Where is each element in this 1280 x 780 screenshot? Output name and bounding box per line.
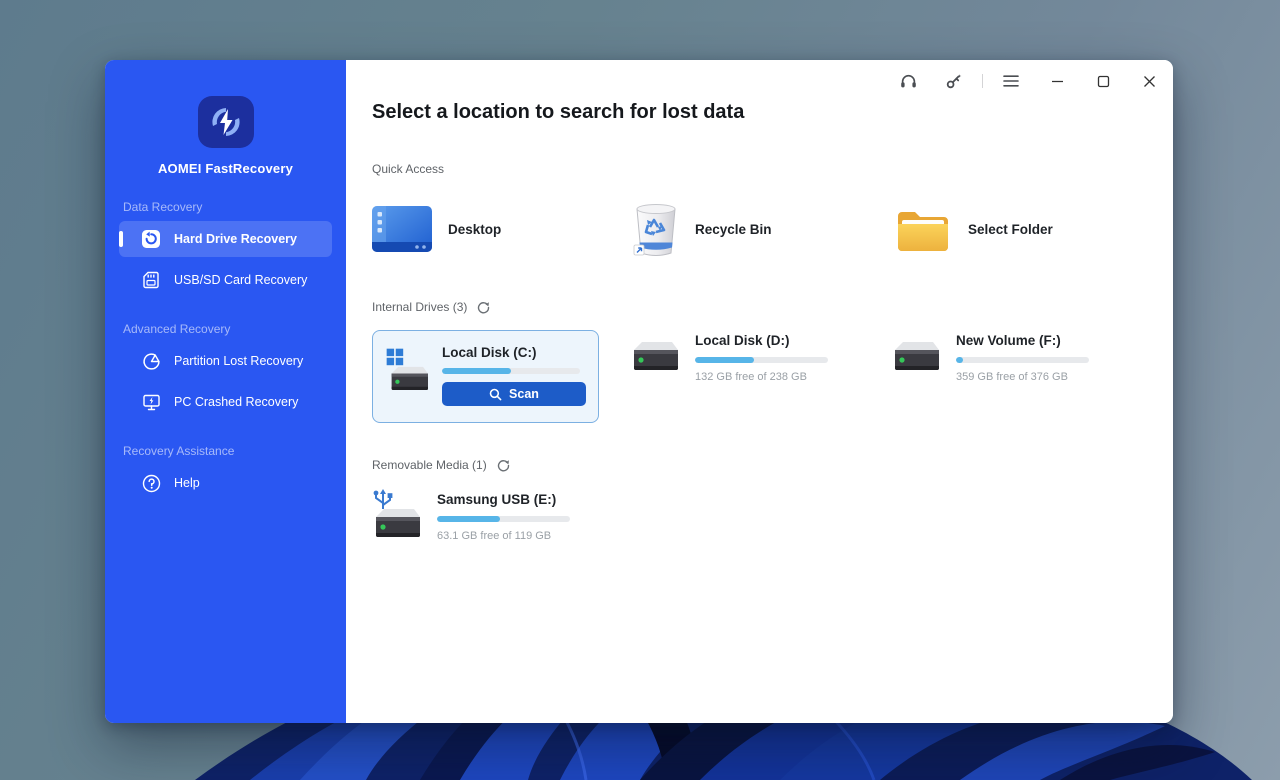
sidebar-item-usb-sd-card-recovery[interactable]: USB/SD Card Recovery <box>119 262 332 298</box>
register-key-icon[interactable] <box>944 71 964 91</box>
support-headset-icon[interactable] <box>898 71 918 91</box>
app-logo <box>198 96 254 148</box>
internal-drives-row: Local Disk (C:) Scan <box>372 330 1173 423</box>
sidebar-item-label: Help <box>174 476 200 490</box>
page-title: Select a location to search for lost dat… <box>372 101 1173 124</box>
drive-capacity: 132 GB free of 238 GB <box>695 371 828 383</box>
sidebar-section-recovery-assistance: Recovery Assistance <box>123 444 346 458</box>
sidebar: AOMEI FastRecovery Data Recovery Hard Dr… <box>105 60 346 723</box>
sidebar-item-hard-drive-recovery[interactable]: Hard Drive Recovery <box>119 221 332 257</box>
pc-crashed-icon <box>141 392 161 412</box>
quick-access-recycle-bin[interactable]: Recycle Bin <box>633 201 894 257</box>
sidebar-item-partition-lost-recovery[interactable]: Partition Lost Recovery <box>119 343 332 379</box>
minimize-icon[interactable] <box>1047 71 1067 91</box>
drive-capacity: 359 GB free of 376 GB <box>956 371 1089 383</box>
quick-access-label-select-folder: Select Folder <box>968 222 1053 237</box>
maximize-icon[interactable] <box>1093 71 1113 91</box>
menu-icon[interactable] <box>1001 71 1021 91</box>
lightning-recovery-logo-icon <box>208 104 244 140</box>
quick-access-desktop[interactable]: Desktop <box>372 201 633 257</box>
sd-card-icon <box>141 270 161 290</box>
sidebar-section-data-recovery: Data Recovery <box>123 200 346 214</box>
window-controls <box>898 71 1159 91</box>
quick-access-row: Desktop <box>372 201 1173 257</box>
drive-cell-samsung-usb-e[interactable]: Samsung USB (E:) 63.1 GB free of 119 GB <box>372 489 633 542</box>
sidebar-item-label: PC Crashed Recovery <box>174 395 298 409</box>
app-window: AOMEI FastRecovery Data Recovery Hard Dr… <box>105 60 1173 723</box>
removable-media-label: Removable Media (1) <box>372 458 1173 472</box>
quick-access-label: Quick Access <box>372 162 1173 176</box>
sidebar-section-advanced-recovery: Advanced Recovery <box>123 322 346 336</box>
drive-usage-bar <box>695 357 828 363</box>
controls-divider <box>982 74 983 88</box>
drive-usage-bar <box>437 516 570 522</box>
main-pane: Select a location to search for lost dat… <box>346 60 1173 723</box>
usb-drive-icon <box>372 489 420 541</box>
sidebar-item-label: Hard Drive Recovery <box>174 232 297 246</box>
partition-lost-icon <box>141 351 161 371</box>
internal-drives-label: Internal Drives (3) <box>372 300 1173 314</box>
drive-name: Local Disk (D:) <box>695 333 828 348</box>
drive-name: Samsung USB (E:) <box>437 492 570 507</box>
help-icon <box>141 473 161 493</box>
folder-icon <box>894 204 952 254</box>
search-icon <box>489 388 502 401</box>
windows-logo-icon <box>387 349 404 366</box>
app-name: AOMEI FastRecovery <box>105 161 346 176</box>
drive-card-local-disk-c[interactable]: Local Disk (C:) Scan <box>372 330 599 423</box>
quick-access-label-desktop: Desktop <box>448 222 501 237</box>
scan-button[interactable]: Scan <box>442 382 586 406</box>
drive-cell-local-disk-d[interactable]: Local Disk (D:) 132 GB free of 238 GB <box>632 330 893 383</box>
drive-usage-bar <box>956 357 1089 363</box>
close-icon[interactable] <box>1139 71 1159 91</box>
drive-name: Local Disk (C:) <box>442 345 586 360</box>
sidebar-item-help[interactable]: Help <box>119 465 332 501</box>
desktop-icon <box>372 203 432 255</box>
hard-drive-icon <box>632 340 678 374</box>
hard-drive-icon <box>893 340 939 374</box>
system-drive-icon <box>385 342 428 400</box>
removable-media-row: Samsung USB (E:) 63.1 GB free of 119 GB <box>372 489 1173 542</box>
drive-capacity: 63.1 GB free of 119 GB <box>437 530 570 542</box>
quick-access-select-folder[interactable]: Select Folder <box>894 201 1155 257</box>
drive-name: New Volume (F:) <box>956 333 1089 348</box>
quick-access-label-recycle-bin: Recycle Bin <box>695 222 772 237</box>
sidebar-item-label: USB/SD Card Recovery <box>174 273 307 287</box>
recycle-bin-icon <box>633 201 679 257</box>
refresh-internal-drives-icon[interactable] <box>477 301 490 314</box>
drive-usage-bar <box>442 368 580 374</box>
refresh-removable-media-icon[interactable] <box>497 459 510 472</box>
sidebar-item-pc-crashed-recovery[interactable]: PC Crashed Recovery <box>119 384 332 420</box>
drive-cell-new-volume-f[interactable]: New Volume (F:) 359 GB free of 376 GB <box>893 330 1154 383</box>
sidebar-item-label: Partition Lost Recovery <box>174 354 303 368</box>
hard-drive-recovery-icon <box>141 229 161 249</box>
